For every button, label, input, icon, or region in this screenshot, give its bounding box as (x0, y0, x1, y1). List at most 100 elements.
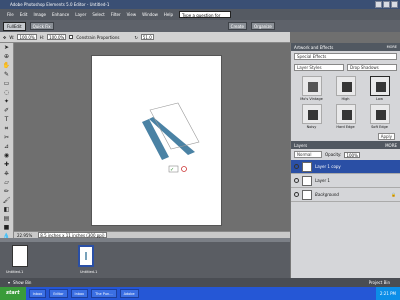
drop-shadows-select[interactable]: Drop Shadows (347, 64, 397, 71)
project-bin-label[interactable]: Project Bin (369, 280, 390, 285)
effect-thumbnail[interactable] (369, 104, 390, 124)
layer-name: Layer 1 copy (315, 164, 341, 169)
brush-tool-icon[interactable]: 🖌 (2, 197, 11, 205)
start-button[interactable]: start (0, 287, 26, 300)
menu-image[interactable]: Image (33, 12, 46, 17)
maximize-icon[interactable] (383, 1, 390, 8)
zoom-tool-icon[interactable]: ⊕ (2, 53, 11, 61)
close-icon[interactable] (391, 1, 398, 8)
layers-panel-header[interactable]: Layers MORE (291, 141, 400, 149)
effect-item[interactable]: Hard Edge (330, 104, 361, 129)
menu-file[interactable]: File (7, 12, 14, 17)
width-field[interactable]: 100.0% (17, 34, 37, 40)
menu-view[interactable]: View (127, 12, 137, 17)
eraser-tool-icon[interactable]: ▱ (2, 179, 11, 187)
constrain-checkbox[interactable] (69, 35, 74, 39)
magic-wand-tool-icon[interactable]: ✦ (2, 98, 11, 106)
effect-item[interactable]: High (330, 76, 361, 101)
show-bin-icon[interactable]: ▾ (8, 280, 10, 285)
taskbar-item[interactable]: Inbox (28, 289, 47, 298)
document-artwork: ✓ (142, 102, 200, 173)
taskbar-item[interactable]: Adobe (119, 289, 139, 298)
blend-mode-select[interactable]: Normal (294, 151, 322, 158)
visibility-eye-icon[interactable] (294, 178, 299, 183)
lasso-tool-icon[interactable]: ◌ (2, 89, 11, 97)
effect-item[interactable]: Mo's Vintage (296, 76, 327, 101)
healing-brush-icon[interactable]: ✚ (2, 161, 11, 169)
effect-thumbnail[interactable] (301, 76, 322, 96)
effect-thumbnail[interactable] (335, 104, 356, 124)
marquee-tool-icon[interactable]: ▭ (2, 80, 11, 88)
layer-row[interactable]: Layer 1 (291, 174, 400, 188)
artwork-panel-header[interactable]: Artwork and Effects MORE (291, 43, 400, 51)
artwork-panel-title: Artwork and Effects (294, 44, 334, 50)
help-search-input[interactable]: Type a question for help (179, 11, 232, 25)
effect-thumbnail[interactable] (335, 76, 356, 96)
pencil-tool-icon[interactable]: ✏ (2, 188, 11, 196)
bin-file-label-active: Untitled-1 (80, 270, 98, 274)
effect-thumbnail[interactable] (301, 104, 322, 124)
effect-item-selected[interactable]: Low (364, 76, 395, 101)
menu-edit[interactable]: Edit (20, 12, 28, 17)
taskbar-item[interactable]: The Pun... (91, 289, 117, 298)
hand-tool-icon[interactable]: ✋ (2, 62, 11, 70)
minimize-icon[interactable] (375, 1, 382, 8)
effect-label: Soft Edge (371, 125, 388, 129)
lock-icon: 🔒 (391, 192, 396, 197)
window-title-bar: Adobe Photoshop Elements 5.0 Editor - Un… (0, 0, 400, 9)
crop-tool-icon[interactable]: ⌗ (2, 125, 11, 133)
height-field[interactable]: 100.0% (47, 34, 67, 40)
shape-tool-icon[interactable]: ■ (2, 224, 11, 232)
layer-row[interactable]: Background 🔒 (291, 188, 400, 202)
show-bin-label[interactable]: Show Bin (13, 280, 31, 285)
bin-thumbnail[interactable] (12, 245, 28, 267)
layer-row-selected[interactable]: Layer 1 copy (291, 160, 400, 174)
clone-stamp-icon[interactable]: ⎈ (2, 170, 11, 178)
menu-select[interactable]: Select (92, 12, 104, 17)
zoom-level[interactable]: 22.95% (17, 233, 32, 238)
create-button[interactable]: Create (227, 22, 247, 30)
menu-help[interactable]: Help (164, 12, 173, 17)
menu-window[interactable]: Window (142, 12, 158, 17)
red-eye-tool-icon[interactable]: ◉ (2, 152, 11, 160)
full-edit-tab[interactable]: FullEdit (3, 21, 26, 31)
cancel-transform-icon[interactable] (181, 166, 187, 172)
taskbar-item[interactable]: Inbox (70, 289, 89, 298)
opacity-field[interactable]: 100% (344, 151, 360, 158)
layers-more-button[interactable]: MORE (385, 143, 397, 148)
artwork-more-button[interactable]: MORE (387, 45, 397, 49)
effect-item[interactable]: Soft Edge (364, 104, 395, 129)
artwork-category-select[interactable]: Special Effects (294, 53, 397, 60)
organize-button[interactable]: Organize (250, 22, 275, 30)
eyedropper-tool-icon[interactable]: ✎ (2, 71, 11, 79)
bin-footer: ▾ Show Bin Project Bin (0, 278, 400, 287)
selection-brush-icon[interactable]: ✐ (2, 107, 11, 115)
menu-layer[interactable]: Layer (75, 12, 86, 17)
artwork-style-row: Layer Styles Drop Shadows (291, 62, 400, 73)
move-tool-icon[interactable]: ✥ (3, 35, 6, 40)
effect-thumbnail[interactable] (369, 76, 390, 96)
document-canvas[interactable]: ✓ (91, 55, 222, 226)
bin-thumbnail-active[interactable] (78, 245, 94, 267)
rotate-icon[interactable]: ↻ (135, 35, 138, 40)
straighten-tool-icon[interactable]: ⊿ (2, 143, 11, 151)
gradient-tool-icon[interactable]: ▤ (2, 215, 11, 223)
quick-fix-tab[interactable]: Quick Fix (29, 22, 54, 30)
cookie-cutter-icon[interactable]: ✂ (2, 134, 11, 142)
commit-check-icon: ✓ (170, 167, 174, 173)
apply-button[interactable]: Apply (377, 133, 395, 140)
visibility-eye-icon[interactable] (294, 164, 299, 169)
project-bin: Untitled-1 Untitled-1 (0, 242, 290, 278)
menu-enhance[interactable]: Enhance (52, 12, 69, 17)
paint-bucket-icon[interactable]: ◧ (2, 206, 11, 214)
angle-field[interactable]: 51.0 (140, 34, 154, 40)
move-tool-icon[interactable]: ➤ (2, 44, 11, 52)
type-tool-icon[interactable]: T (2, 116, 11, 124)
taskbar-item-active[interactable]: Editor (49, 289, 68, 298)
effect-label: Noisy (306, 125, 317, 129)
layer-styles-select[interactable]: Layer Styles (294, 64, 344, 71)
effect-item[interactable]: Noisy (296, 104, 327, 129)
layer-thumbnail (302, 189, 312, 200)
visibility-eye-icon[interactable] (294, 192, 299, 197)
menu-filter[interactable]: Filter (111, 12, 121, 17)
